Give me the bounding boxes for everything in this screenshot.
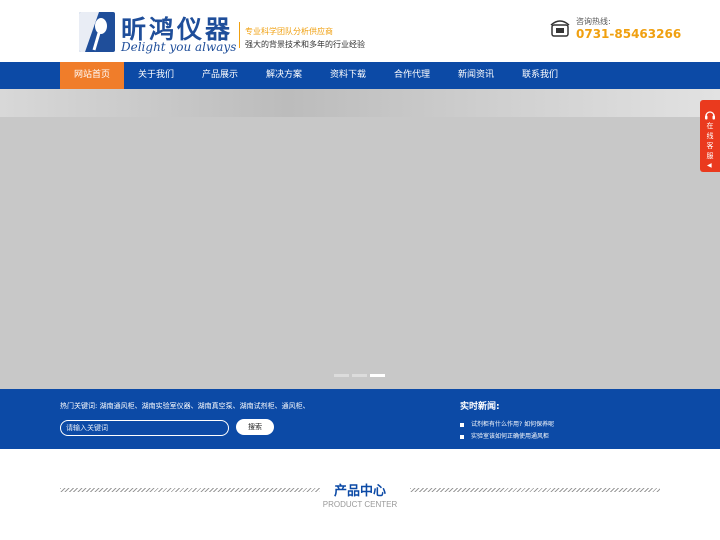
news-title: 实时新闻: (460, 402, 500, 412)
news-item[interactable]: 实验室该如何正确使用通风柜 (460, 431, 549, 440)
hero-banner[interactable] (0, 89, 720, 389)
nav-item-downloads[interactable]: 资料下载 (316, 62, 380, 89)
hotline-number[interactable]: 0731-85463266 (576, 27, 681, 41)
tagline-primary: 专业科学团队分析供应商 (245, 27, 333, 36)
search-button[interactable]: 搜索 (236, 419, 274, 435)
logo-icon[interactable] (79, 12, 115, 52)
nav-item-about[interactable]: 关于我们 (124, 62, 188, 89)
tagline-secondary: 强大的背景技术和多年的行业经验 (245, 40, 365, 49)
telephone-icon (550, 19, 570, 37)
online-service-label: 在线客服 (706, 122, 714, 160)
hot-keywords[interactable]: 热门关键词: 湖南通风柜、湖南实验室仪器、湖南真空泵、湖南试剂柜、通风柜、 (60, 401, 310, 411)
bullet-icon (460, 422, 464, 427)
nav-item-solutions[interactable]: 解决方案 (252, 62, 316, 89)
nav-item-contact[interactable]: 联系我们 (508, 62, 572, 89)
search-band: 热门关键词: 湖南通风柜、湖南实验室仪器、湖南真空泵、湖南试剂柜、通风柜、 搜索… (0, 389, 720, 449)
slide-dot-1[interactable] (334, 374, 349, 377)
collapse-arrow-icon[interactable]: ◀ (707, 162, 712, 169)
banner-map-strip (0, 89, 720, 117)
nav-item-products[interactable]: 产品展示 (188, 62, 252, 89)
nav-item-news[interactable]: 新闻资讯 (444, 62, 508, 89)
headset-icon (704, 106, 716, 120)
news-item[interactable]: 试剂柜有什么作用? 如何保养呢 (460, 419, 554, 428)
slide-dot-3[interactable] (370, 374, 385, 377)
section-title: 产品中心 (333, 484, 386, 499)
search-input[interactable] (60, 420, 229, 436)
site-header: 昕鸿仪器 Delight you always 专业科学团队分析供应商 强大的背… (0, 0, 720, 62)
bullet-icon (460, 434, 464, 439)
brand-slogan: Delight you always (121, 40, 237, 54)
nav-item-home[interactable]: 网站首页 (60, 62, 124, 89)
header-divider (239, 22, 240, 48)
slide-dot-2[interactable] (352, 374, 367, 377)
hotline-label: 咨询热线: (576, 17, 611, 26)
online-service-panel[interactable]: 在线客服 ◀ (700, 100, 720, 172)
news-item-text[interactable]: 试剂柜有什么作用? 如何保养呢 (471, 421, 554, 428)
section-subtitle: PRODUCT CENTER (322, 500, 398, 509)
news-item-text[interactable]: 实验室该如何正确使用通风柜 (471, 433, 549, 440)
nav-item-partners[interactable]: 合作代理 (380, 62, 444, 89)
main-nav: 网站首页 关于我们 产品展示 解决方案 资料下载 合作代理 新闻资讯 联系我们 (0, 62, 720, 89)
